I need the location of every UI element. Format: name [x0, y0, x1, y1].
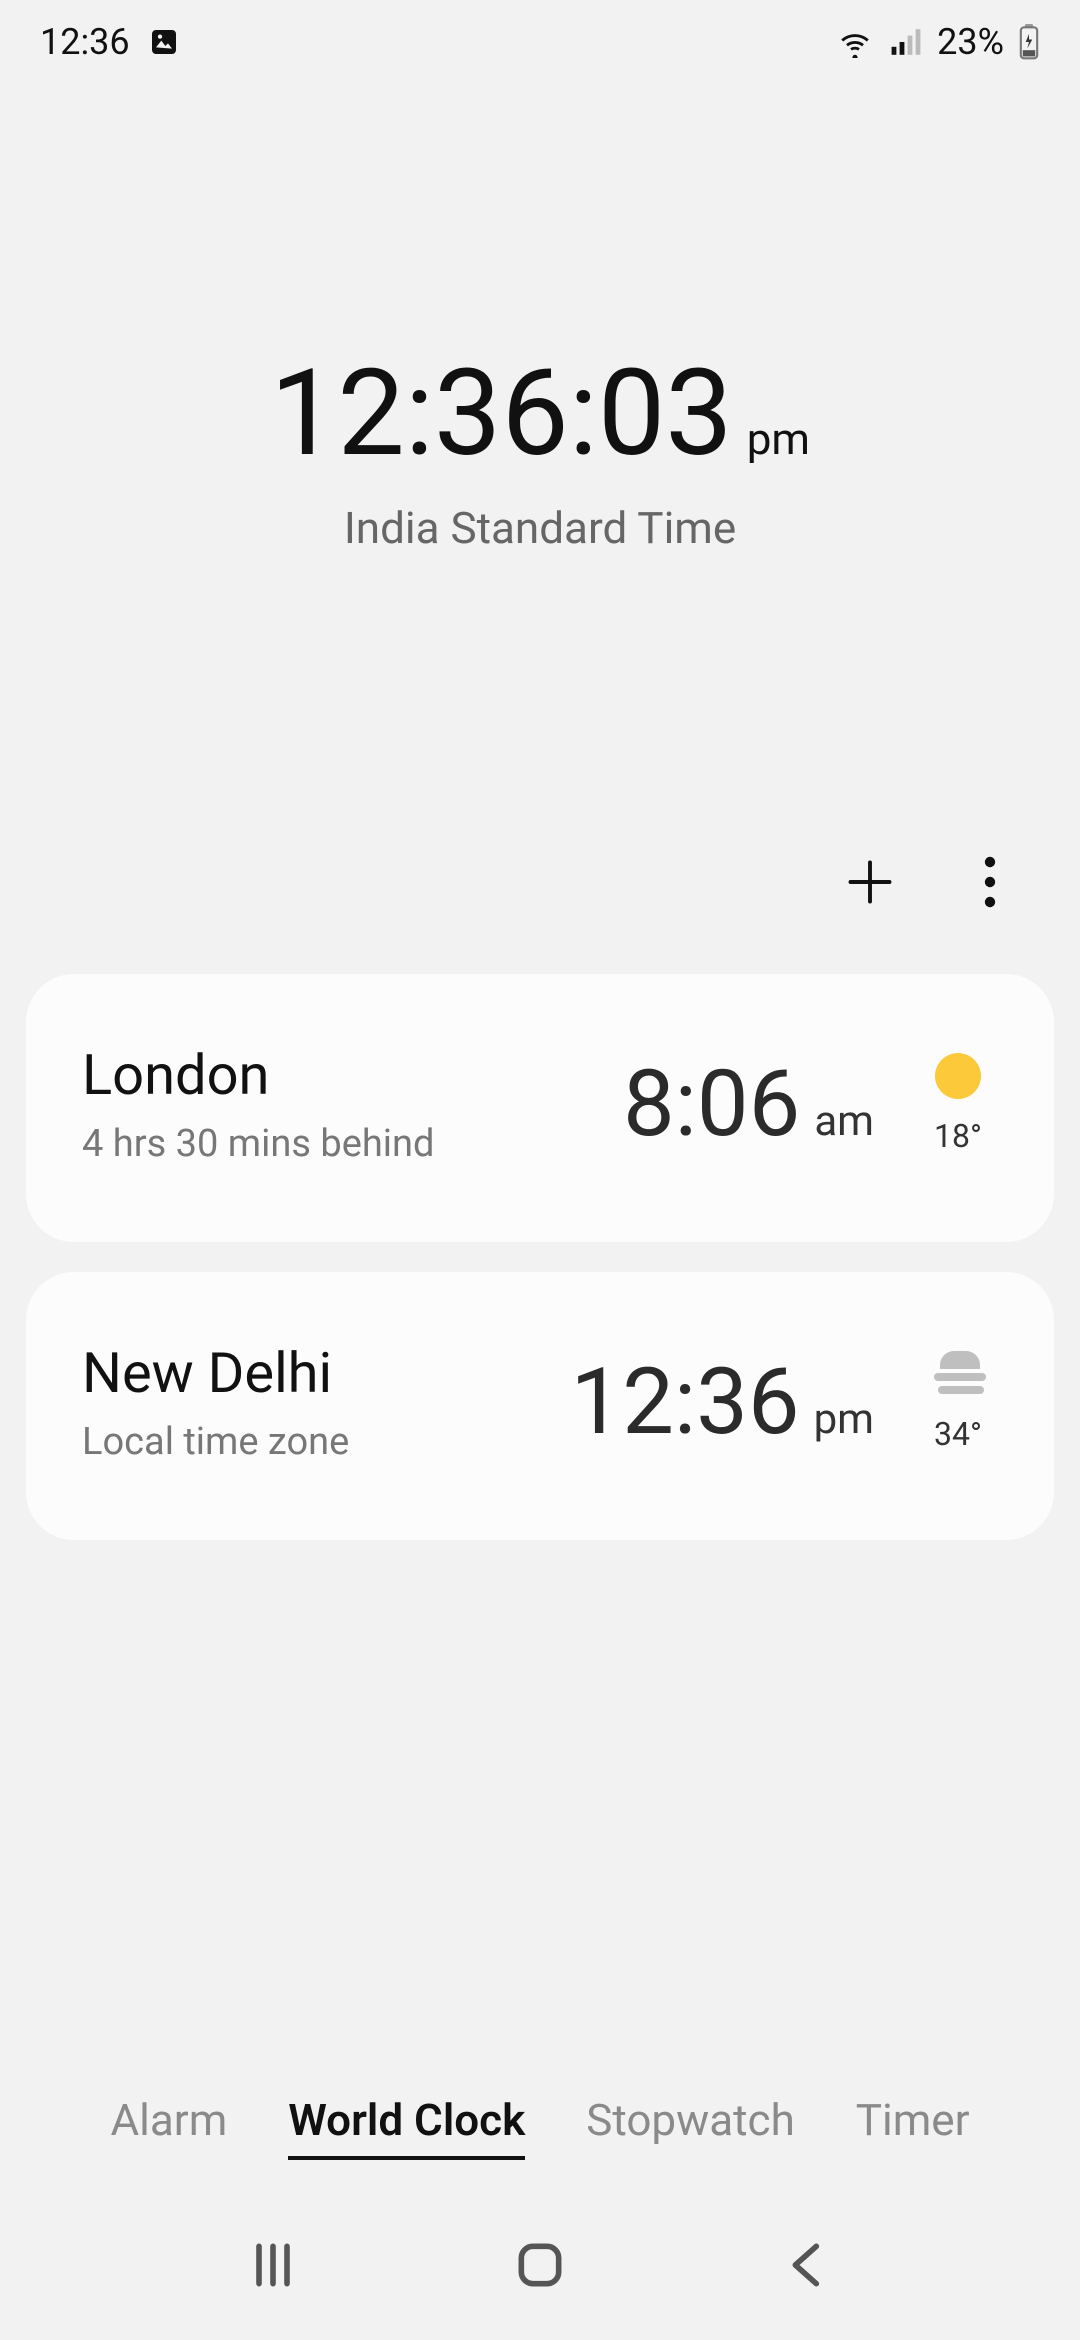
city-ampm: am	[814, 1097, 874, 1146]
signal-icon	[889, 26, 923, 58]
city-time: 8:06	[623, 1051, 800, 1158]
status-bar: 12:36 23%	[0, 0, 1080, 84]
nav-back-button[interactable]	[779, 2237, 835, 2293]
nav-home-button[interactable]	[512, 2237, 568, 2293]
local-time: 12:36:03	[270, 344, 733, 484]
city-card[interactable]: London 4 hrs 30 mins behind 8:06 am 18°	[26, 974, 1054, 1242]
battery-icon	[1018, 24, 1040, 60]
city-name: London	[82, 1042, 623, 1108]
sun-icon	[934, 1053, 982, 1101]
local-timezone: India Standard Time	[0, 502, 1080, 554]
tab-alarm[interactable]: Alarm	[110, 2094, 227, 2160]
plus-icon	[844, 856, 896, 912]
city-name: New Delhi	[82, 1340, 571, 1406]
city-card[interactable]: New Delhi Local time zone 12:36 pm 34°	[26, 1272, 1054, 1540]
back-icon	[779, 2237, 835, 2293]
overflow-menu-button[interactable]	[960, 854, 1020, 914]
bottom-tabs: Alarm World Clock Stopwatch Timer	[0, 2094, 1080, 2160]
wifi-icon	[835, 26, 875, 58]
local-ampm: pm	[747, 413, 810, 465]
city-ampm: pm	[814, 1395, 874, 1444]
city-offset: 4 hrs 30 mins behind	[82, 1122, 623, 1166]
status-time: 12:36	[40, 21, 130, 63]
fog-icon	[934, 1351, 982, 1399]
overflow-icon	[984, 856, 996, 912]
local-clock-hero: 12:36:03 pm India Standard Time	[0, 84, 1080, 854]
world-clock-list: London 4 hrs 30 mins behind 8:06 am 18° …	[0, 974, 1080, 1540]
system-nav-bar	[0, 2190, 1080, 2340]
battery-text: 23%	[937, 21, 1004, 63]
recents-icon	[245, 2237, 301, 2293]
city-offset: Local time zone	[82, 1420, 571, 1464]
city-temp: 18°	[918, 1117, 998, 1155]
home-icon	[512, 2237, 568, 2293]
tab-timer[interactable]: Timer	[856, 2094, 970, 2160]
add-city-button[interactable]	[840, 854, 900, 914]
city-temp: 34°	[918, 1415, 998, 1453]
tab-stopwatch[interactable]: Stopwatch	[586, 2094, 795, 2160]
city-time: 12:36	[571, 1349, 800, 1456]
screenshot-icon	[148, 26, 180, 58]
nav-recents-button[interactable]	[245, 2237, 301, 2293]
tab-world-clock[interactable]: World Clock	[288, 2094, 525, 2160]
